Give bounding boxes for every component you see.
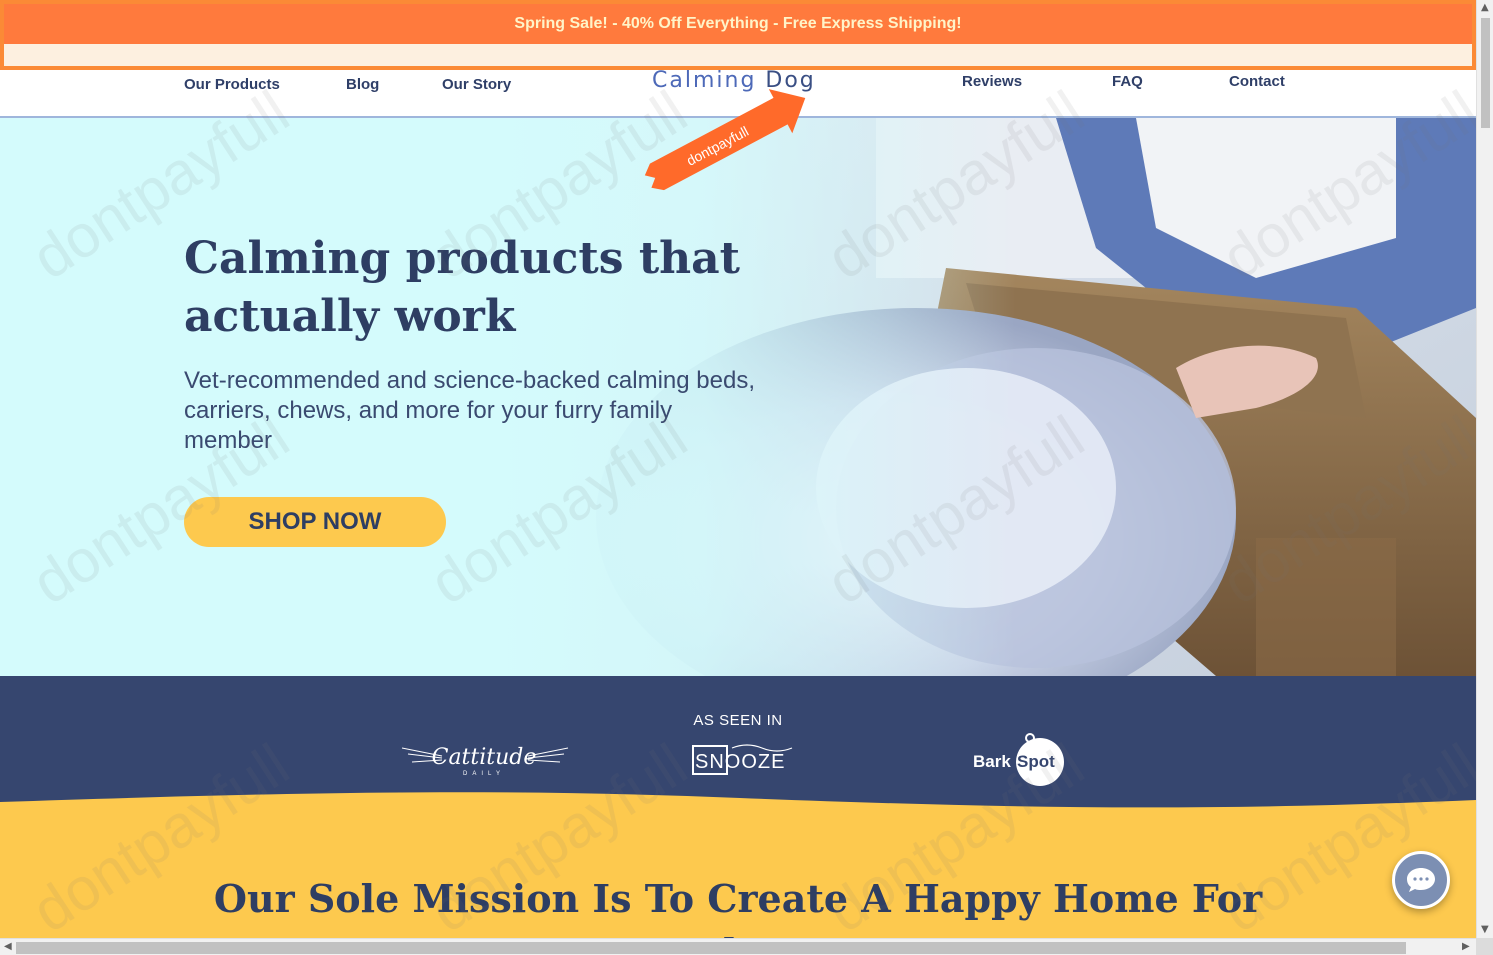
- nav-faq[interactable]: FAQ: [1112, 73, 1143, 90]
- barkspot-logo: Bark Spot: [973, 733, 1064, 786]
- announcement-bar: Spring Sale! - 40% Off Everything - Free…: [0, 0, 1476, 70]
- section-wave-divider: [0, 792, 1476, 830]
- as-seen-in-label: AS SEEN IN: [693, 712, 783, 729]
- nav-contact[interactable]: Contact: [1229, 73, 1285, 90]
- chevron-down-icon[interactable]: ▼: [1481, 924, 1489, 935]
- cattitude-logo-text: Cattitude: [432, 745, 537, 770]
- nav-our-story[interactable]: Our Story: [442, 76, 511, 93]
- cattitude-daily-logo: Cattitude DAILY: [401, 745, 569, 777]
- announcement-text: Spring Sale! - 40% Off Everything - Free…: [514, 15, 962, 32]
- announcement-banner[interactable]: Spring Sale! - 40% Off Everything - Free…: [4, 4, 1472, 44]
- hero-title: Calming products that actually work: [184, 233, 740, 342]
- page-viewport: Spring Sale! - 40% Off Everything - Free…: [0, 0, 1476, 938]
- barkspot-logo-text-spot: Spot: [1017, 752, 1055, 771]
- cattitude-logo-sub: DAILY: [463, 771, 505, 777]
- mission-title: Our Sole Mission Is To Create A Happy Ho…: [213, 876, 1263, 938]
- dontpayfull-promo-ribbon[interactable]: dontpayfull: [637, 82, 827, 192]
- nav-blog[interactable]: Blog: [346, 76, 379, 93]
- hero-subtitle: Vet-recommended and science-backed calmi…: [184, 367, 755, 454]
- chat-bubble-icon: [1407, 868, 1435, 892]
- snooze-logo: SNOOZE: [692, 744, 793, 775]
- horizontal-scrollbar-thumb[interactable]: [16, 942, 1406, 954]
- chat-button[interactable]: [1392, 851, 1450, 909]
- vertical-scrollbar-thumb[interactable]: [1481, 18, 1490, 128]
- chevron-up-icon[interactable]: ▲: [1481, 2, 1489, 13]
- hero-section: Calming products that actually work Vet-…: [0, 118, 1476, 676]
- scrollbar-corner: [1476, 938, 1493, 955]
- snooze-logo-text: SNOOZE: [695, 751, 785, 773]
- horizontal-scrollbar[interactable]: ◀ ▶: [0, 938, 1476, 955]
- vertical-scrollbar[interactable]: ▲ ▼: [1476, 0, 1493, 938]
- shop-now-button[interactable]: SHOP NOW: [184, 497, 446, 547]
- announcement-strip: [4, 44, 1472, 66]
- nav-reviews[interactable]: Reviews: [962, 73, 1022, 90]
- nav-our-products[interactable]: Our Products: [184, 76, 280, 93]
- barkspot-logo-text-bark: Bark: [973, 752, 1011, 771]
- chevron-right-icon[interactable]: ▶: [1462, 941, 1470, 952]
- chevron-left-icon[interactable]: ◀: [4, 941, 12, 952]
